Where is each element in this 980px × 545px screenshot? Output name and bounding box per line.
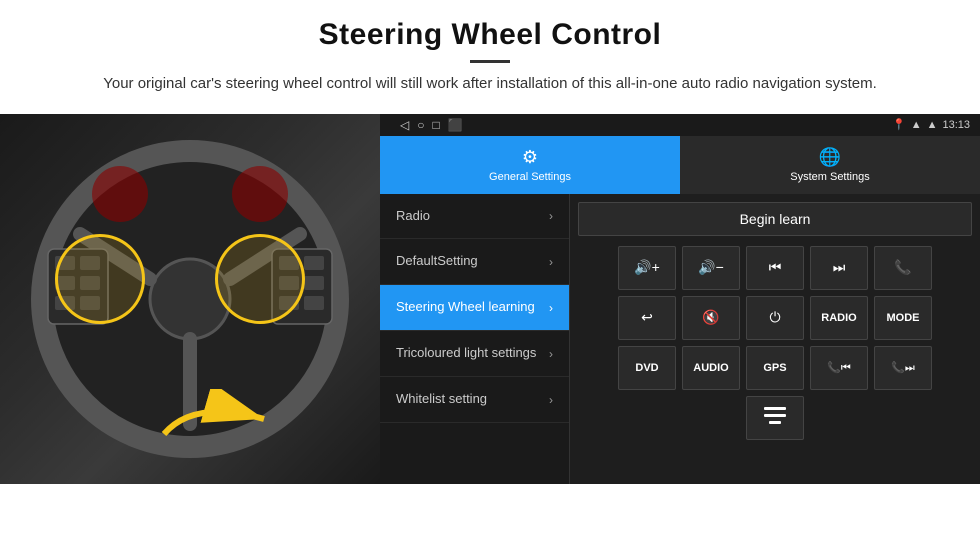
mute-icon: 🔇 xyxy=(702,309,719,326)
page-title: Steering Wheel Control xyxy=(60,18,920,52)
mode-button[interactable]: MODE xyxy=(874,296,932,340)
vol-up-button[interactable]: 🔊+ xyxy=(618,246,676,290)
phone-seek-prev-icon: 📞⏮ xyxy=(827,361,851,375)
tab-general-settings[interactable]: ⚙ General Settings xyxy=(380,136,680,194)
chevron-icon-whitelist: › xyxy=(549,393,553,407)
settings-panel: Radio › DefaultSetting › Steering Wheel … xyxy=(380,194,980,484)
wifi-icon: ▲ xyxy=(911,119,922,131)
begin-learn-row: Begin learn xyxy=(578,202,972,236)
tab-general-label: General Settings xyxy=(489,171,571,183)
phone-icon: 📞 xyxy=(894,259,911,276)
phone-end-icon: ↩ xyxy=(641,309,653,326)
radio-button[interactable]: RADIO xyxy=(810,296,868,340)
menu-item-steering-wheel[interactable]: Steering Wheel learning › xyxy=(380,285,569,331)
audio-label: AUDIO xyxy=(693,362,728,374)
phone-button[interactable]: 📞 xyxy=(874,246,932,290)
android-ui: ◁ ○ □ ⬛ 📍 ▲ ▲ 13:13 ⚙ General Settings 🌐… xyxy=(380,114,980,484)
menu-default-label: DefaultSetting xyxy=(396,253,478,270)
control-row-4 xyxy=(578,396,972,440)
status-bar: ◁ ○ □ ⬛ 📍 ▲ ▲ 13:13 xyxy=(380,114,980,136)
recents-icon[interactable]: □ xyxy=(432,118,439,132)
highlight-circle-left xyxy=(55,234,145,324)
prev-track-button[interactable]: ⏮ xyxy=(746,246,804,290)
tab-system-label: System Settings xyxy=(790,171,869,183)
control-row-2: ↩ 🔇 ⏻ RADIO MODE xyxy=(578,296,972,340)
location-icon: 📍 xyxy=(892,118,906,131)
menu-icon-button[interactable] xyxy=(746,396,804,440)
highlight-circle-right xyxy=(215,234,305,324)
home-icon[interactable]: ○ xyxy=(417,118,424,132)
next-track-icon: ⏭ xyxy=(833,259,846,276)
chevron-icon-default: › xyxy=(549,255,553,269)
steering-wheel-image xyxy=(0,114,380,484)
arrow-indicator xyxy=(154,389,274,454)
menu-item-default-setting[interactable]: DefaultSetting › xyxy=(380,239,569,285)
menu-tricoloured-label: Tricoloured light settings xyxy=(396,345,536,362)
menu-item-whitelist[interactable]: Whitelist setting › xyxy=(380,377,569,423)
clock: 13:13 xyxy=(942,119,970,131)
menu-steering-label: Steering Wheel learning xyxy=(396,299,535,316)
phone-end-button[interactable]: ↩ xyxy=(618,296,676,340)
next-track-button[interactable]: ⏭ xyxy=(810,246,868,290)
phone-seek-next-icon: 📞⏭ xyxy=(891,361,915,375)
menu-item-tricoloured[interactable]: Tricoloured light settings › xyxy=(380,331,569,377)
status-icons: 📍 ▲ ▲ 13:13 xyxy=(892,118,970,131)
chevron-icon-tricoloured: › xyxy=(549,347,553,361)
signal-icon: ▲ xyxy=(927,119,938,131)
phone-seek-next-button[interactable]: 📞⏭ xyxy=(874,346,932,390)
dvd-label: DVD xyxy=(635,362,658,374)
settings-gear-icon: ⚙ xyxy=(522,147,538,168)
gps-label: GPS xyxy=(763,362,786,374)
main-content: ◁ ○ □ ⬛ 📍 ▲ ▲ 13:13 ⚙ General Settings 🌐… xyxy=(0,114,980,484)
title-divider xyxy=(470,60,510,63)
page-subtitle: Your original car's steering wheel contr… xyxy=(60,73,920,96)
vol-up-icon: 🔊+ xyxy=(634,259,660,276)
phone-seek-prev-button[interactable]: 📞⏮ xyxy=(810,346,868,390)
mute-button[interactable]: 🔇 xyxy=(682,296,740,340)
screenshot-icon[interactable]: ⬛ xyxy=(448,118,463,132)
power-button[interactable]: ⏻ xyxy=(746,296,804,340)
nav-icons: ◁ ○ □ ⬛ xyxy=(400,118,463,132)
menu-icon xyxy=(764,407,786,428)
back-icon[interactable]: ◁ xyxy=(400,118,409,132)
radio-label: RADIO xyxy=(821,312,856,324)
page-header: Steering Wheel Control Your original car… xyxy=(0,0,980,106)
chevron-icon-steering: › xyxy=(549,301,553,315)
control-row-3: DVD AUDIO GPS 📞⏮ 📞⏭ xyxy=(578,346,972,390)
gps-button[interactable]: GPS xyxy=(746,346,804,390)
menu-whitelist-label: Whitelist setting xyxy=(396,391,487,408)
tab-bar: ⚙ General Settings 🌐 System Settings xyxy=(380,136,980,194)
menu-radio-label: Radio xyxy=(396,208,430,225)
tab-system-settings[interactable]: 🌐 System Settings xyxy=(680,136,980,194)
vol-down-icon: 🔊− xyxy=(698,259,724,276)
audio-button[interactable]: AUDIO xyxy=(682,346,740,390)
left-menu: Radio › DefaultSetting › Steering Wheel … xyxy=(380,194,570,484)
menu-item-radio[interactable]: Radio › xyxy=(380,194,569,240)
dvd-button[interactable]: DVD xyxy=(618,346,676,390)
begin-learn-button[interactable]: Begin learn xyxy=(578,202,972,236)
right-controls: Begin learn 🔊+ 🔊− ⏮ ⏭ xyxy=(570,194,980,484)
vol-down-button[interactable]: 🔊− xyxy=(682,246,740,290)
chevron-icon-radio: › xyxy=(549,209,553,223)
control-row-1: 🔊+ 🔊− ⏮ ⏭ 📞 xyxy=(578,246,972,290)
prev-track-icon: ⏮ xyxy=(769,259,782,276)
mode-label: MODE xyxy=(887,312,920,324)
system-globe-icon: 🌐 xyxy=(819,147,841,168)
power-icon: ⏻ xyxy=(769,309,780,326)
